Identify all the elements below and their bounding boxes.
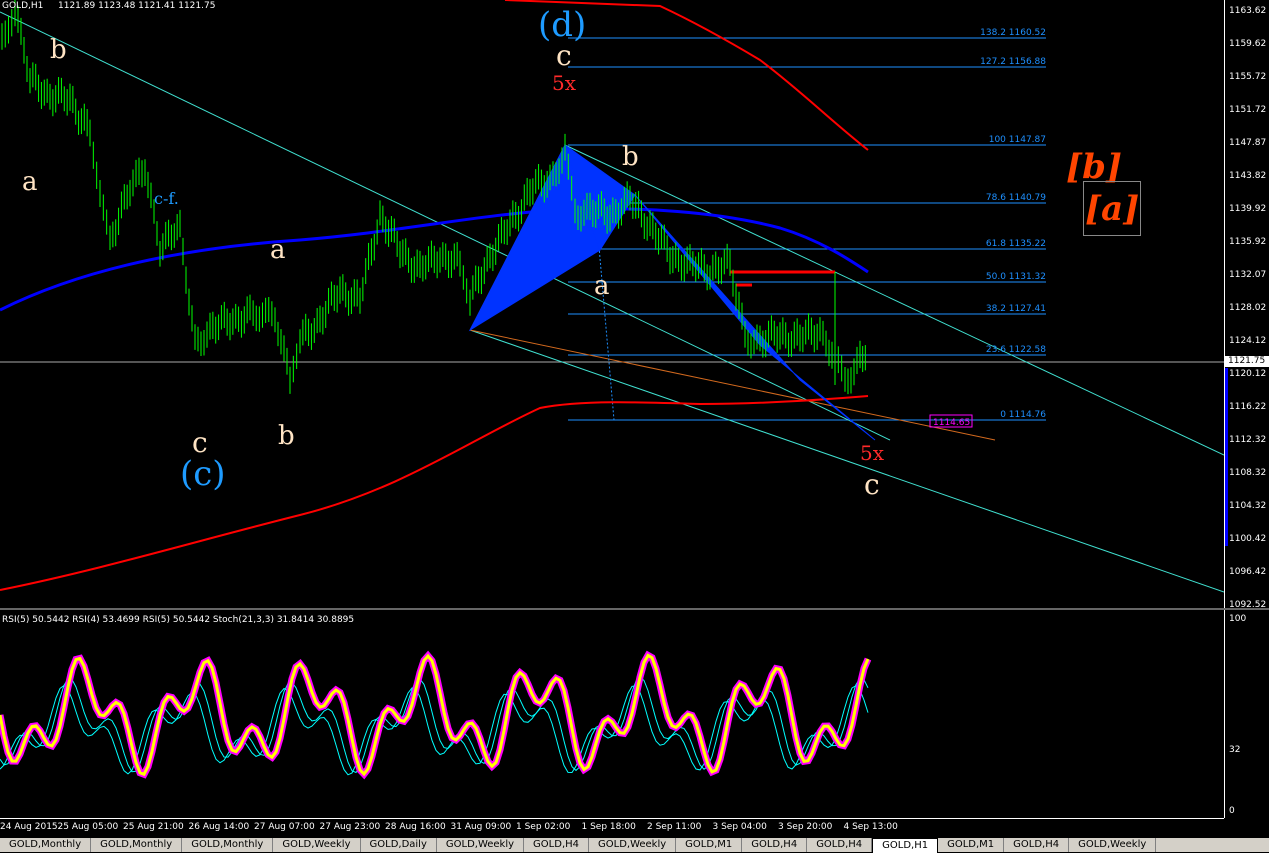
indicator-header: RSI(5) 50.5442 RSI(4) 53.4699 RSI(5) 50.…: [2, 615, 354, 625]
chart-tab[interactable]: GOLD,Monthly: [182, 838, 274, 852]
wave-label-c-paren: (c): [180, 454, 226, 494]
price-axis-label: 1147.87: [1229, 138, 1267, 148]
price-axis-blue-bar: [1225, 368, 1228, 546]
chart-tab[interactable]: GOLD,H4: [1004, 838, 1070, 852]
price-axis-label: 1124.12: [1229, 336, 1267, 346]
price-axis-label: 1143.82: [1229, 171, 1267, 181]
dotted-vertical: [597, 234, 615, 421]
chart-tab[interactable]: GOLD,H1: [872, 838, 939, 853]
fib-level-label: 138.2 1160.52: [980, 28, 1046, 38]
trend-lines: [0, 11, 1224, 593]
time-axis-label: 27 Aug 23:00: [319, 822, 381, 832]
chart-ohlc: 1121.89 1123.48 1121.41 1121.75: [58, 1, 215, 11]
wave-label-c-top: c: [556, 39, 572, 72]
time-axis-label: 1 Sep 02:00: [516, 822, 571, 832]
indicator-axis-0: 0: [1229, 806, 1235, 816]
price-axis-label: 1108.32: [1229, 468, 1267, 478]
chart-tab[interactable]: GOLD,H4: [807, 838, 873, 852]
harmonic-pattern: [468, 143, 876, 441]
chart-tab[interactable]: GOLD,M1: [676, 838, 743, 852]
wave-label-b-1: b: [50, 35, 67, 65]
time-axis-label: 3 Sep 20:00: [778, 822, 833, 832]
chart-tab[interactable]: GOLD,H4: [524, 838, 589, 852]
wave-label-c-bottom: c: [864, 468, 880, 501]
fib-level-label: 61.8 1135.22: [985, 239, 1046, 249]
wave-label-c-left: c: [192, 426, 208, 459]
price-axis[interactable]: 1121.75 1163.62 1159.62 1155.72 1151.72 1147…: [1224, 0, 1269, 610]
red-moving-average: [0, 395, 869, 591]
price-axis-label: 1112.32: [1229, 435, 1267, 445]
fib-level-label: 50.0 1131.32: [985, 272, 1046, 282]
price-axis-label: 1159.62: [1229, 39, 1267, 49]
time-axis-label: 25 Aug 21:00: [123, 822, 184, 832]
chart-tab[interactable]: GOLD,H4: [742, 838, 808, 852]
fib-level-label: 0 1114.76: [1000, 410, 1046, 420]
time-axis-label: 2 Sep 11:00: [647, 822, 702, 832]
wave-label-cf: c-f.: [154, 189, 179, 208]
orange-trendline: [469, 329, 996, 441]
chart-symbol: GOLD,H1: [2, 1, 43, 11]
indicator-pane[interactable]: RSI(5) 50.5442 RSI(4) 53.4699 RSI(5) 50.…: [0, 610, 1224, 818]
time-axis-label: 24 Aug 2015: [0, 822, 58, 832]
wave-label-b-2: b: [278, 421, 295, 451]
price-axis-label: 1155.72: [1229, 72, 1267, 82]
chart-tab[interactable]: GOLD,M1: [938, 838, 1005, 852]
wave-label-a-3: a: [594, 271, 610, 301]
price-axis-label: 1100.42: [1229, 534, 1267, 544]
chart-tab[interactable]: GOLD,Monthly: [91, 838, 183, 852]
price-axis-label: 1135.92: [1229, 237, 1267, 247]
fib-levels: [568, 37, 1046, 421]
price-axis-label: 1116.22: [1229, 402, 1267, 412]
fib-level-label: 38.2 1127.41: [985, 304, 1046, 314]
fib-level-label: 127.2 1156.88: [980, 57, 1046, 67]
price-axis-label: 1104.32: [1229, 501, 1267, 511]
price-box-label: 1114.65: [933, 418, 970, 428]
indicator-lines: [0, 650, 872, 780]
time-axis: 24 Aug 2015 25 Aug 05:00 25 Aug 21:00 26 Au…: [0, 818, 1224, 839]
chart-tab[interactable]: GOLD,Weekly: [436, 838, 525, 852]
fib-level-label: 23.6 1122.58: [985, 345, 1046, 355]
wave-label-5x-top: 5x: [552, 71, 577, 95]
indicator-axis-32: 32: [1229, 745, 1241, 755]
time-axis-label: 25 Aug 05:00: [57, 822, 119, 832]
price-candles: [1, 0, 866, 395]
chart-tab[interactable]: GOLD,Weekly: [1069, 838, 1157, 852]
fib-level-label: 78.6 1140.79: [985, 193, 1046, 203]
indicator-axis: 100 32 0: [1224, 610, 1269, 818]
chart-tab[interactable]: GOLD,Weekly: [589, 838, 677, 852]
fib-level-label: 100 1147.87: [988, 135, 1046, 145]
price-axis-label: 1096.42: [1229, 567, 1267, 577]
indicator-axis-100: 100: [1229, 614, 1247, 624]
chart-tab[interactable]: GOLD,Monthly: [0, 838, 92, 852]
time-axis-label: 28 Aug 16:00: [385, 822, 446, 832]
bracket-label-box: [1083, 181, 1141, 236]
wave-label-a-1: a: [22, 167, 38, 197]
price-axis-label: 1151.72: [1229, 105, 1267, 115]
chart-tabs: GOLD,Monthly GOLD,Monthly GOLD,Monthly GOLD…: [0, 838, 1269, 853]
price-axis-label: 1163.62: [1229, 6, 1267, 16]
time-axis-label: 4 Sep 13:00: [843, 822, 898, 832]
current-price-tag: 1121.75: [1225, 356, 1269, 367]
price-axis-label: 1120.12: [1229, 369, 1267, 379]
wave-label-a-2: a: [270, 235, 286, 265]
time-axis-label: 27 Aug 07:00: [254, 822, 315, 832]
time-axis-label: 26 Aug 14:00: [188, 822, 250, 832]
chart-tab[interactable]: GOLD,Weekly: [273, 838, 361, 852]
wave-label-5x-bottom: 5x: [860, 441, 885, 465]
time-axis-label: 1 Sep 18:00: [581, 822, 636, 832]
price-axis-label: 1128.02: [1229, 303, 1267, 313]
time-axis-label: 3 Sep 04:00: [712, 822, 767, 832]
wave-label-b-3: b: [622, 142, 639, 172]
price-axis-label: 1139.92: [1229, 204, 1267, 214]
chart-tab[interactable]: GOLD,Daily: [360, 838, 437, 852]
time-axis-label: 31 Aug 09:00: [450, 822, 512, 832]
price-axis-label: 1132.07: [1229, 270, 1267, 280]
